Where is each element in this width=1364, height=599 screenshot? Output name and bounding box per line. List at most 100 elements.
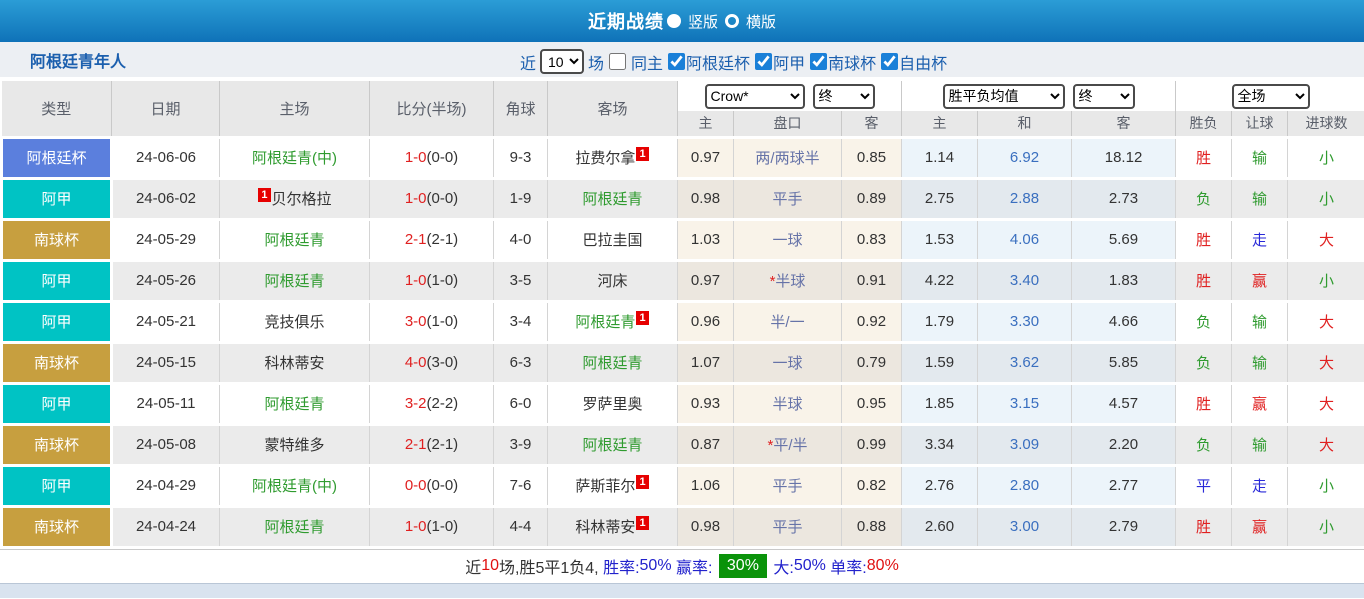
avg-type-select[interactable]: 胜平负均值 (942, 83, 1065, 109)
recent-count-select[interactable]: 10 (540, 49, 585, 74)
away-team: 巴拉圭国 (547, 219, 678, 262)
handicap-result: 输 (1231, 137, 1289, 180)
goals-result: 大 (1287, 383, 1364, 426)
home-team: 阿根廷青(中) (219, 137, 370, 180)
horizontal-radio-label[interactable]: 横版 (746, 11, 776, 32)
match-date: 24-06-06 (111, 137, 220, 180)
league-checkbox-libertadores[interactable] (881, 53, 899, 70)
handicap-result: 输 (1231, 301, 1289, 344)
avg-away: 18.12 (1071, 137, 1177, 180)
red-card-badge: 1 (636, 516, 649, 530)
goals-result: 大 (1287, 424, 1364, 467)
corner-score: 3-9 (493, 424, 548, 467)
table-row: 南球杯 24-04-24 阿根廷青 1-0(1-0) 4-4 科林蒂安 1 0.98 平手 0.8… (0, 506, 1364, 549)
league-badge: 阿甲 (0, 383, 113, 426)
league-checkbox-sudamericana[interactable] (810, 53, 828, 70)
red-card-badge: 1 (636, 475, 649, 489)
avg-away: 4.57 (1071, 383, 1177, 426)
same-home-away-label: 同主 (631, 55, 664, 73)
summary-text: 赢率: (671, 560, 717, 577)
col-header-away: 客场 (547, 81, 678, 139)
odds-away: 0.79 (841, 342, 903, 385)
home-team: 阿根廷青 (219, 260, 370, 303)
odds-home: 0.93 (677, 383, 734, 426)
match-score: 3-2(2-2) (369, 383, 494, 426)
filters: 近 10 场 同主 阿根廷杯 阿甲 南球杯 自由杯 (520, 42, 947, 81)
avg-draw: 4.06 (977, 219, 1073, 262)
avg-draw: 2.88 (977, 178, 1073, 221)
table-row: 南球杯 24-05-15 科林蒂安 4-0(3-0) 6-3 阿根廷青 1.07 一球 0.79… (0, 342, 1364, 385)
avg-away: 1.83 (1071, 260, 1177, 303)
team-name: 阿根廷青年人 (30, 53, 127, 71)
league-badge: 阿甲 (0, 260, 113, 303)
table-row: 阿甲 24-06-02 1 贝尔格拉 1-0(0-0) 1-9 阿根廷青 0.98 平手 0.89… (0, 178, 1364, 221)
odds-home: 0.98 (677, 506, 734, 549)
league-checkbox-argentina-cup[interactable] (668, 53, 686, 70)
corner-score: 6-3 (493, 342, 548, 385)
col-header-result: 胜负 (1175, 111, 1233, 139)
home-team: 阿根廷青 (219, 383, 370, 426)
odds-away: 0.88 (841, 506, 903, 549)
avg-away: 5.69 (1071, 219, 1177, 262)
league-label: 自由杯 (899, 55, 948, 73)
home-team: 阿根廷青 (219, 506, 370, 549)
avg-draw: 3.09 (977, 424, 1073, 467)
odds-home: 0.97 (677, 137, 734, 180)
col-header-handicap-result: 让球 (1231, 111, 1289, 139)
vertical-radio-label[interactable]: 竖版 (688, 11, 718, 32)
bottom-strip (0, 582, 1364, 598)
red-card-badge: 1 (636, 147, 649, 161)
handicap: 一球 (733, 219, 842, 262)
goals-result: 大 (1287, 301, 1364, 344)
league-badge: 阿甲 (0, 465, 113, 508)
avg-home: 3.34 (901, 424, 979, 467)
horizontal-radio[interactable] (725, 14, 739, 28)
league-badge: 南球杯 (0, 424, 113, 467)
odds-home: 1.07 (677, 342, 734, 385)
summary-text: 胜率: (603, 560, 640, 577)
summary-text: 10 (481, 557, 500, 574)
odds-away: 0.99 (841, 424, 903, 467)
odds-home: 0.98 (677, 178, 734, 221)
col-header-odds-away: 客 (841, 111, 903, 139)
league-label: 阿甲 (773, 55, 806, 73)
period-select[interactable]: 全场 (1231, 83, 1310, 109)
match-date: 24-04-24 (111, 506, 220, 549)
win-rate-badge: 30% (718, 554, 767, 578)
result: 负 (1175, 424, 1233, 467)
match-date: 24-05-11 (111, 383, 220, 426)
league-checkbox-primera[interactable] (755, 53, 773, 70)
same-home-away-checkbox[interactable] (609, 53, 627, 70)
match-date: 24-06-02 (111, 178, 220, 221)
summary-text: 50% (639, 557, 672, 574)
red-card-badge: 1 (636, 311, 649, 325)
avg-away: 2.79 (1071, 506, 1177, 549)
odds-away: 0.89 (841, 178, 903, 221)
avg-draw: 3.40 (977, 260, 1073, 303)
handicap-result: 输 (1231, 424, 1289, 467)
col-header-avg-away: 客 (1071, 111, 1177, 139)
avg-home: 4.22 (901, 260, 979, 303)
avg-home: 1.53 (901, 219, 979, 262)
home-team: 阿根廷青 (219, 219, 370, 262)
odds-dropdown-band: Crow* 终 (677, 81, 903, 111)
vertical-radio-selected[interactable] (666, 14, 681, 28)
league-label: 南球杯 (828, 55, 877, 73)
match-date: 24-05-26 (111, 260, 220, 303)
odds-company-select[interactable]: Crow* (704, 83, 805, 109)
result: 平 (1175, 465, 1233, 508)
avg-draw: 6.92 (977, 137, 1073, 180)
goals-result: 小 (1287, 137, 1364, 180)
corner-score: 6-0 (493, 383, 548, 426)
col-header-score: 比分(半场) (369, 81, 494, 139)
odds-time-select[interactable]: 终 (812, 83, 875, 109)
result: 胜 (1175, 506, 1233, 549)
handicap-result: 赢 (1231, 383, 1289, 426)
handicap-result: 赢 (1231, 506, 1289, 549)
avg-time-select[interactable]: 终 (1072, 83, 1135, 109)
period-dropdown-band: 全场 (1175, 81, 1364, 111)
away-team: 萨斯菲尔 1 (547, 465, 678, 508)
odds-home: 1.06 (677, 465, 734, 508)
match-score: 2-1(2-1) (369, 219, 494, 262)
col-header-avg-draw: 和 (977, 111, 1073, 139)
